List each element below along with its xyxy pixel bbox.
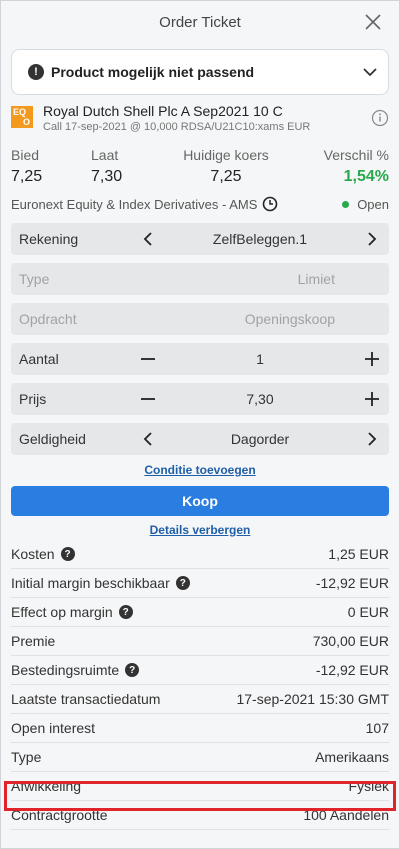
account-label: Rekening — [19, 231, 79, 247]
clock-icon[interactable] — [262, 196, 278, 212]
details-list: Kosten? 1,25 EUR Initial margin beschikb… — [1, 540, 399, 830]
detail-value: 100 Aandelen — [303, 807, 389, 823]
product-header: EQ O Royal Dutch Shell Plc A Sep2021 10 … — [11, 103, 389, 139]
panel-title: Order Ticket — [159, 13, 241, 31]
close-icon[interactable] — [363, 12, 383, 32]
quote-value: 7,30 — [91, 168, 123, 185]
detail-value: 17-sep-2021 15:30 GMT — [236, 691, 389, 707]
chevron-right-icon[interactable] — [363, 430, 381, 448]
logo-text-top: EQ — [13, 107, 27, 117]
price-value[interactable]: 7,30 — [157, 391, 363, 407]
info-icon[interactable] — [371, 109, 389, 127]
account-value: ZelfBeleggen.1 — [212, 231, 308, 247]
quote-last: Huidige koers 7,25 — [161, 147, 291, 190]
exchange-name: Euronext Equity & Index Derivatives - AM… — [11, 196, 258, 212]
detail-label: Type — [11, 749, 42, 765]
quote-label: Bied — [11, 147, 40, 163]
validity-value: Dagorder — [230, 431, 290, 447]
order-instruction-field: Opdracht Openingskoop — [11, 303, 389, 335]
order-type-field: Type Limiet — [11, 263, 389, 295]
quote-label: Verschil % — [323, 147, 389, 163]
detail-label: Contractgrootte — [11, 807, 108, 823]
validity-label: Geldigheid — [19, 431, 86, 447]
exclamation-icon: ! — [28, 64, 44, 80]
order-value: Openingskoop — [244, 311, 335, 327]
detail-value: 107 — [365, 720, 389, 736]
detail-value: 0 EUR — [347, 604, 389, 620]
detail-label: Effect op margin — [11, 604, 113, 620]
product-name: Royal Dutch Shell Plc A Sep2021 10 C — [43, 103, 283, 119]
detail-value: Amerikaans — [315, 749, 389, 765]
detail-row-last-trade-date: Laatste transactiedatum 17-sep-2021 15:3… — [11, 685, 389, 714]
detail-row-premium: Premie 730,00 EUR — [11, 627, 389, 656]
chevron-left-icon[interactable] — [139, 430, 157, 448]
warning-text: Product mogelijk niet passend — [51, 64, 255, 80]
detail-label: Kosten — [11, 546, 55, 562]
panel-header: Order Ticket — [1, 1, 399, 43]
price-stepper[interactable]: Prijs 7,30 — [11, 383, 389, 415]
quote-bar: Bied 7,25 Laat 7,30 Huidige koers 7,25 V… — [11, 147, 389, 190]
detail-value: Fysiek — [348, 778, 389, 794]
question-icon[interactable]: ? — [118, 605, 133, 619]
plus-icon[interactable] — [363, 390, 381, 408]
order-label: Opdracht — [19, 311, 77, 327]
market-status: Open — [357, 196, 389, 212]
type-value: Limiet — [297, 271, 335, 287]
quantity-label: Aantal — [19, 351, 59, 367]
minus-icon[interactable] — [139, 350, 157, 368]
question-icon[interactable]: ? — [60, 547, 75, 561]
detail-row-type: Type Amerikaans — [11, 743, 389, 772]
detail-row-initial-margin: Initial margin beschikbaar? -12,92 EUR — [11, 569, 389, 598]
quote-value: 7,25 — [210, 168, 242, 185]
question-icon[interactable]: ? — [125, 663, 140, 677]
detail-label: Afwikkeling — [11, 778, 82, 794]
detail-value: -12,92 EUR — [315, 662, 389, 678]
question-icon[interactable]: ? — [175, 576, 190, 590]
detail-value: -12,92 EUR — [315, 575, 389, 591]
quote-label: Laat — [91, 147, 119, 163]
detail-row-open-interest: Open interest 107 — [11, 714, 389, 743]
product-logo: EQ O — [11, 106, 33, 128]
type-label: Type — [19, 271, 50, 287]
status-dot — [342, 200, 350, 208]
add-condition-link[interactable]: Conditie toevoegen — [1, 463, 399, 477]
buy-button[interactable]: Koop — [11, 486, 389, 516]
detail-label: Initial margin beschikbaar — [11, 575, 170, 591]
quantity-stepper[interactable]: Aantal 1 — [11, 343, 389, 375]
quantity-value[interactable]: 1 — [157, 351, 363, 367]
logo-text-bottom: O — [23, 117, 31, 127]
suitability-warning[interactable]: ! Product mogelijk niet passend — [11, 49, 389, 95]
hide-details-link[interactable]: Details verbergen — [1, 523, 399, 537]
quote-label: Huidige koers — [183, 147, 269, 163]
quote-value: 1,54% — [343, 168, 389, 185]
detail-row-contract-size: Contractgrootte 100 Aandelen — [11, 801, 389, 830]
exchange-line: Euronext Equity & Index Derivatives - AM… — [11, 193, 389, 215]
detail-value: 730,00 EUR — [312, 633, 389, 649]
detail-label: Laatste transactiedatum — [11, 691, 161, 707]
detail-row-settlement: Afwikkeling Fysiek — [11, 772, 389, 801]
chevron-left-icon[interactable] — [139, 230, 157, 248]
detail-row-costs: Kosten? 1,25 EUR — [11, 540, 389, 569]
quote-change: Verschil % 1,54% — [291, 147, 389, 190]
plus-icon[interactable] — [363, 350, 381, 368]
product-info: Royal Dutch Shell Plc A Sep2021 10 C Cal… — [43, 103, 371, 134]
product-subtitle: Call 17-sep-2021 @ 10,000 RDSA/U21C10:xa… — [43, 121, 311, 133]
chevron-right-icon[interactable] — [363, 230, 381, 248]
price-label: Prijs — [19, 391, 47, 407]
validity-selector[interactable]: Geldigheid Dagorder — [11, 423, 389, 455]
minus-icon[interactable] — [139, 390, 157, 408]
detail-label: Premie — [11, 633, 56, 649]
order-ticket-panel: Order Ticket ! Product mogelijk niet pas… — [0, 0, 400, 849]
detail-value: 1,25 EUR — [328, 546, 389, 562]
quote-value: 7,25 — [11, 168, 43, 185]
detail-label: Bestedingsruimte — [11, 662, 120, 678]
quote-bid: Bied 7,25 — [11, 147, 91, 190]
detail-row-margin-effect: Effect op margin? 0 EUR — [11, 598, 389, 627]
quote-ask: Laat 7,30 — [91, 147, 161, 190]
detail-row-buying-power: Bestedingsruimte? -12,92 EUR — [11, 656, 389, 685]
account-selector[interactable]: Rekening ZelfBeleggen.1 — [11, 223, 389, 255]
chevron-down-icon[interactable] — [362, 64, 378, 80]
detail-label: Open interest — [11, 720, 96, 736]
